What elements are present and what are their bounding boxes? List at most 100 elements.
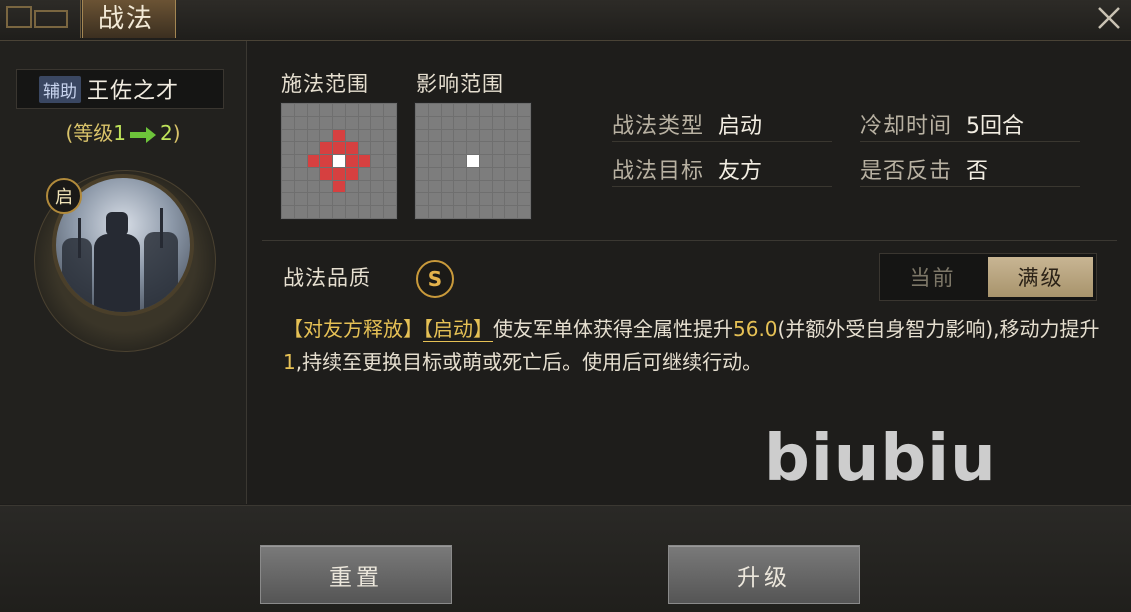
grid-cell [441, 155, 454, 167]
toggle-current[interactable]: 当前 [880, 254, 985, 300]
grid-cell [282, 142, 294, 155]
grid-cell [294, 167, 307, 180]
grid-cell [454, 116, 467, 129]
grid-cell [416, 180, 428, 193]
grid-cell [294, 129, 307, 142]
grid-cell [371, 142, 384, 155]
grid-cell [345, 206, 358, 218]
info-skill-type: 战法类型 启动 [612, 108, 762, 140]
level-view-toggle: 当前 满级 [879, 253, 1097, 301]
cast-range-grid [280, 102, 398, 220]
grid-cell [492, 104, 505, 116]
grid-cell [505, 142, 518, 155]
grid-cell [371, 129, 384, 142]
grid-cell [441, 104, 454, 116]
grid-cell [358, 155, 371, 167]
counterattack-key: 是否反击 [860, 159, 953, 184]
grid-cell [428, 180, 441, 193]
grid-cell [518, 116, 530, 129]
skill-name-box: 辅助 王佐之才 [16, 69, 224, 109]
grid-cell [307, 155, 320, 167]
grid-cell [441, 193, 454, 206]
grid-cell [479, 167, 492, 180]
grid-cell [416, 155, 428, 167]
grid-cell [428, 116, 441, 129]
grid-cell [428, 104, 441, 116]
grid-cell [492, 193, 505, 206]
grid-cell [294, 206, 307, 218]
grid-cell [345, 155, 358, 167]
grid-cell [505, 180, 518, 193]
grid-cell [505, 116, 518, 129]
grid-cell [479, 155, 492, 167]
grid-cell [333, 142, 345, 155]
grid-cell [467, 129, 479, 142]
level-indicator: (等级1 2) [0, 117, 246, 146]
window-header: 战法 [0, 0, 1131, 41]
grid-cell [479, 129, 492, 142]
grid-cell [454, 104, 467, 116]
grid-cell [320, 180, 333, 193]
grid-cell [384, 155, 396, 167]
skill-description: 【对友方释放】【启动】使友军单体获得全属性提升56.0(并额外受自身智力影响),… [283, 313, 1113, 379]
cooldown-value: 5回合 [966, 114, 1025, 139]
grid-cell [345, 142, 358, 155]
grid-cell [282, 167, 294, 180]
effect-range-grid [414, 102, 532, 220]
info-cooldown: 冷却时间 5回合 [860, 108, 1024, 140]
header-ornament [0, 0, 81, 38]
grid-cell [371, 206, 384, 218]
grid-cell [320, 193, 333, 206]
grid-cell [428, 129, 441, 142]
grid-cell [282, 193, 294, 206]
grid-cell [492, 206, 505, 218]
upgrade-button[interactable]: 升级 [668, 545, 860, 604]
trigger-type-badge: 启 [46, 178, 82, 214]
skill-target-key: 战法目标 [612, 159, 705, 184]
grid-cell [358, 104, 371, 116]
grid-cell [467, 142, 479, 155]
grid-cell [345, 193, 358, 206]
grid-cell [358, 206, 371, 218]
grid-cell [384, 180, 396, 193]
grid-cell [307, 129, 320, 142]
level-from: 1 [113, 121, 126, 145]
grid-cell [416, 116, 428, 129]
grid-cell [518, 142, 530, 155]
grid-cell [518, 129, 530, 142]
grid-cell [518, 180, 530, 193]
desc-text-3: ,持续至更换目标或萌或死亡后。使用后可继续行动。 [295, 350, 763, 374]
toggle-max-level[interactable]: 满级 [988, 257, 1093, 297]
section-divider [262, 240, 1117, 241]
grid-cell [505, 206, 518, 218]
grid-cell [320, 167, 333, 180]
counterattack-value: 否 [966, 159, 989, 184]
grid-cell [384, 116, 396, 129]
desc-value-2: 1 [283, 350, 296, 374]
close-button[interactable] [1093, 2, 1125, 34]
grid-cell [492, 142, 505, 155]
desc-text-2: (并额外受自身智力影响),移动力提升 [777, 317, 1100, 341]
grid-cell [416, 193, 428, 206]
quality-label: 战法品质 [283, 266, 371, 290]
grid-cell [416, 142, 428, 155]
grid-cell [307, 206, 320, 218]
reset-button[interactable]: 重置 [260, 545, 452, 604]
quality-grade-badge: S [416, 260, 454, 298]
grid-cell [333, 167, 345, 180]
grid-cell [492, 180, 505, 193]
grid-cell [320, 142, 333, 155]
grid-cell [428, 167, 441, 180]
page-title: 战法 [98, 4, 155, 34]
grid-cell [441, 180, 454, 193]
grid-cell [492, 116, 505, 129]
grid-cell [358, 180, 371, 193]
grid-cell [505, 167, 518, 180]
grid-cell [294, 193, 307, 206]
level-to: 2 [160, 121, 173, 145]
grid-cell [282, 155, 294, 167]
grid-cell [384, 167, 396, 180]
desc-value-1: 56.0 [733, 317, 778, 341]
grid-cell [454, 206, 467, 218]
grid-cell [320, 155, 333, 167]
